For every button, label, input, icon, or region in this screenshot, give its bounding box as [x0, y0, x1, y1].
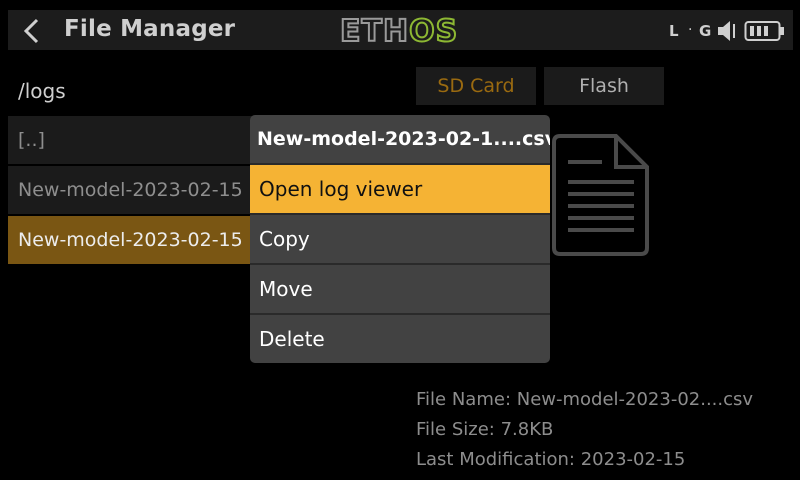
status-l-indicator: L [669, 22, 679, 40]
menu-item-open-log-viewer[interactable]: Open log viewer [250, 165, 550, 215]
menu-item-delete[interactable]: Delete [250, 315, 550, 363]
status-separator: · [688, 22, 693, 38]
menu-item-move[interactable]: Move [250, 265, 550, 315]
ethos-logo: ETHOS [339, 13, 459, 50]
tab-flash[interactable]: Flash [544, 67, 664, 105]
status-g-indicator: G [699, 22, 712, 40]
document-icon [552, 134, 649, 256]
logo-os-text: OS [408, 13, 459, 50]
top-bar: File Manager ETHOS L · G [8, 10, 793, 50]
menu-item-copy[interactable]: Copy [250, 215, 550, 265]
file-name-info: File Name: New-model-2023-02....csv [416, 389, 754, 410]
battery-icon [744, 21, 784, 41]
tab-sd-card[interactable]: SD Card [416, 67, 536, 105]
back-button[interactable] [20, 18, 46, 44]
chevron-left-icon [23, 18, 39, 44]
current-path: /logs [18, 79, 66, 103]
context-menu: New-model-2023-02-1....csv Open log view… [250, 115, 550, 363]
file-size-info: File Size: 7.8KB [416, 419, 554, 440]
speaker-icon [718, 21, 735, 41]
page-title: File Manager [64, 16, 236, 42]
last-modification-info: Last Modification: 2023-02-15 [416, 449, 686, 470]
context-menu-title: New-model-2023-02-1....csv [250, 115, 550, 165]
logo-eth-text: ETH [339, 13, 410, 50]
